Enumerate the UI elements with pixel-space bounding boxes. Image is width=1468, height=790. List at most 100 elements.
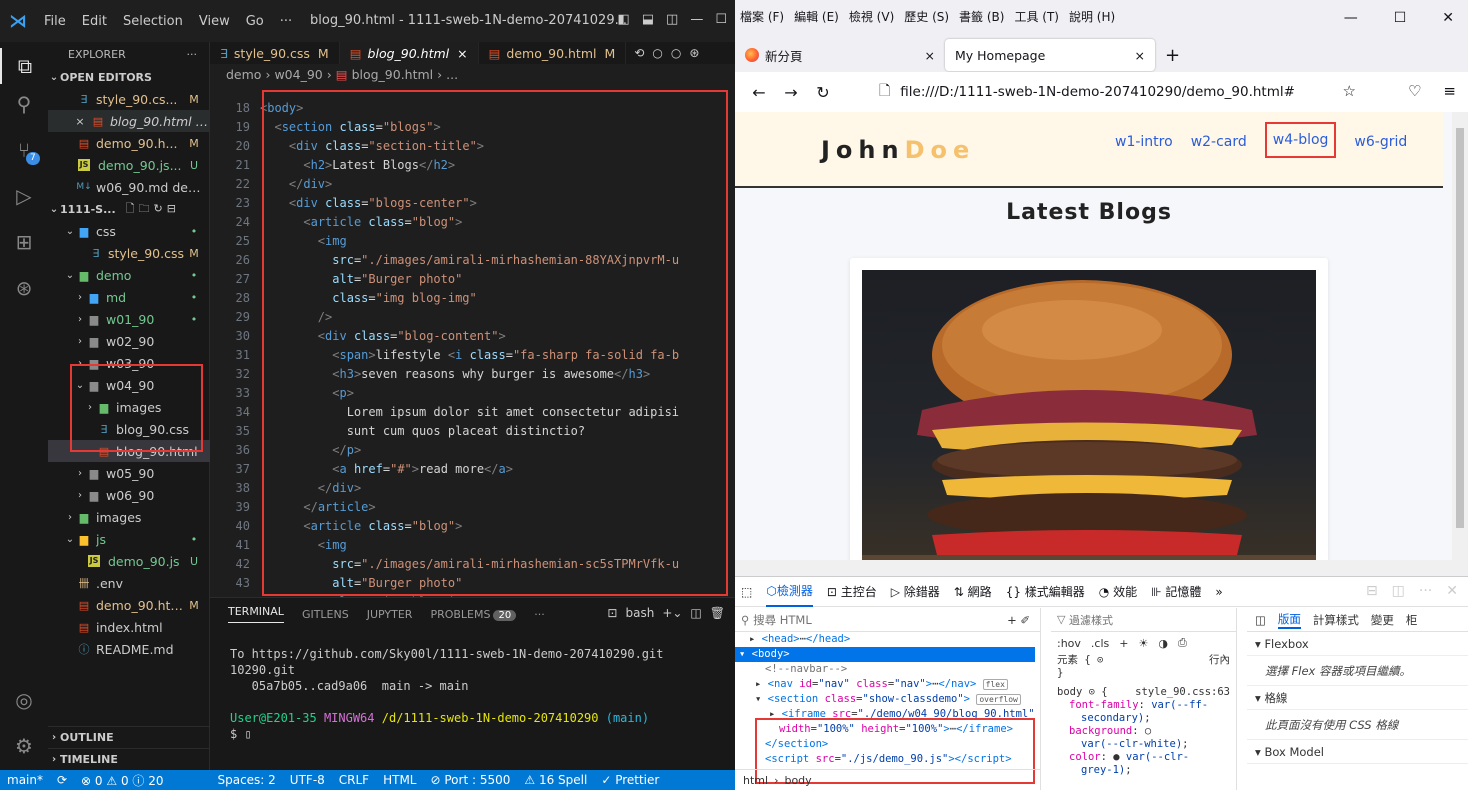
- sidebar-toggle-icon[interactable]: ◫: [666, 12, 678, 27]
- nav-forward-icon[interactable]: ○: [671, 46, 681, 60]
- print-icon[interactable]: ⎙: [1178, 636, 1187, 650]
- maximize-button[interactable]: ☐: [715, 12, 727, 27]
- code-line[interactable]: 24 <article class="blog">: [210, 213, 735, 232]
- panel-more[interactable]: ···: [534, 608, 545, 621]
- boxmodel-section[interactable]: ▾ Box Model: [1247, 740, 1468, 764]
- search-icon[interactable]: ⚲: [0, 86, 48, 122]
- file-blog-css[interactable]: ∃ blog_90.css: [48, 418, 210, 440]
- dock-icon[interactable]: ◫: [1392, 583, 1405, 599]
- code-line[interactable]: 21 <h2>Latest Blogs</h2>: [210, 156, 735, 175]
- close-tab-icon[interactable]: ×: [925, 48, 935, 63]
- code-line[interactable]: 28 class="img blog-img": [210, 289, 735, 308]
- code-line[interactable]: 33 <p>: [210, 384, 735, 403]
- prettier-indicator[interactable]: ✓ Prettier: [594, 773, 666, 787]
- menu-more[interactable]: ···: [272, 14, 300, 29]
- split-terminal-icon[interactable]: ◫: [690, 606, 701, 620]
- code-line[interactable]: 22 </div>: [210, 175, 735, 194]
- grid-section[interactable]: ▾ 格線: [1247, 686, 1468, 710]
- ff-menu-edit[interactable]: 編輯 (E): [789, 8, 844, 25]
- timeline-section[interactable]: › TIMELINE: [48, 748, 210, 770]
- menu-selection[interactable]: Selection: [115, 14, 191, 29]
- tab-problems[interactable]: PROBLEMS 20: [430, 608, 517, 621]
- code-line[interactable]: 19 <section class="blogs">: [210, 118, 735, 137]
- file-demo-js[interactable]: JS demo_90.js U: [48, 550, 210, 572]
- tab-computed[interactable]: 計算樣式: [1313, 612, 1359, 628]
- indent-indicator[interactable]: Spaces: 2: [210, 773, 282, 787]
- ff-menu-bookmarks[interactable]: 書籤 (B): [954, 8, 1009, 25]
- ff-menu-help[interactable]: 說明 (H): [1064, 8, 1120, 25]
- close-icon[interactable]: ×: [74, 115, 86, 128]
- code-line[interactable]: 31 <span>lifestyle <i class="fa-sharp fa…: [210, 346, 735, 365]
- folder-w01[interactable]: › ▆ w01_90 •: [48, 308, 210, 330]
- settings-gear-icon[interactable]: ⚙: [0, 728, 48, 764]
- tab-new[interactable]: 新分頁 ×: [735, 39, 945, 71]
- tab-gitlens[interactable]: GITLENS: [302, 608, 349, 621]
- close-tab-icon[interactable]: ×: [457, 46, 467, 61]
- node-body[interactable]: ▾ <body>: [735, 647, 1035, 662]
- tab-blog-html[interactable]: ▤ blog_90.html ×: [339, 42, 479, 64]
- open-editor-item[interactable]: ∃ style_90.cs... M: [48, 88, 210, 110]
- tab-jupyter[interactable]: JUPYTER: [367, 608, 413, 621]
- menu-icon[interactable]: ≡: [1443, 82, 1456, 100]
- tab-memory[interactable]: ⊪ 記憶體: [1151, 583, 1201, 600]
- add-node-icon[interactable]: + ✐: [1007, 613, 1030, 627]
- code-line[interactable]: 37 <a href="#">read more</a>: [210, 460, 735, 479]
- code-line[interactable]: 38 </div>: [210, 479, 735, 498]
- folder-demo[interactable]: ⌄ ▆ demo •: [48, 264, 210, 286]
- new-tab-button[interactable]: +: [1155, 39, 1190, 71]
- tab-style-css[interactable]: ∃ style_90.css M: [210, 42, 340, 64]
- file-env[interactable]: 卌 .env: [48, 572, 210, 594]
- dark-mode-icon[interactable]: ◑: [1158, 637, 1168, 650]
- eol-indicator[interactable]: CRLF: [332, 773, 376, 787]
- explorer-icon[interactable]: ⧉: [0, 48, 48, 84]
- tab-terminal[interactable]: TERMINAL: [228, 605, 284, 623]
- tab-inspector[interactable]: ⬡ 檢測器: [766, 577, 813, 607]
- folder-md[interactable]: › ▆ md •: [48, 286, 210, 308]
- nav-link-w1-intro[interactable]: w1-intro: [1115, 132, 1173, 158]
- code-line[interactable]: 39 </article>: [210, 498, 735, 517]
- shell-name[interactable]: bash: [625, 606, 654, 620]
- folder-images[interactable]: › ▆ images: [48, 396, 210, 418]
- code-line[interactable]: 43 alt="Burger photo": [210, 574, 735, 593]
- vertical-scrollbar[interactable]: [1452, 112, 1468, 574]
- folder-w02[interactable]: › ▆ w02_90: [48, 330, 210, 352]
- run-debug-icon[interactable]: ▷: [0, 178, 48, 214]
- tab-overflow[interactable]: »: [1215, 585, 1222, 599]
- outline-section[interactable]: › OUTLINE: [48, 726, 210, 748]
- node-comment[interactable]: <!--navbar-->: [735, 662, 1035, 677]
- open-editor-item[interactable]: M↓ w06_90.md dem...: [48, 176, 210, 198]
- sidebar-toggle-icon[interactable]: ◫: [1255, 613, 1266, 627]
- menu-go[interactable]: Go: [238, 14, 272, 29]
- menu-view[interactable]: View: [191, 14, 238, 29]
- node-script[interactable]: <script src="./js/demo_90.js"></script>: [735, 752, 1035, 767]
- dom-tree[interactable]: ▸ <head>⋯</head> ▾ <body> <!--navbar--> …: [735, 632, 1035, 767]
- tab-changes[interactable]: 變更: [1371, 612, 1394, 628]
- file-readme[interactable]: ⓘ README.md: [48, 638, 210, 660]
- folder-images-root[interactable]: › ▆ images: [48, 506, 210, 528]
- panel-toggle-icon[interactable]: ⬓: [642, 12, 654, 27]
- minimize-button[interactable]: —: [690, 12, 703, 27]
- ff-menu-file[interactable]: 檔案 (F): [735, 8, 789, 25]
- code-line[interactable]: 34 Lorem ipsum dolor sit amet consectetu…: [210, 403, 735, 422]
- account-icon[interactable]: ◎: [0, 682, 48, 718]
- site-logo[interactable]: JohnDoe: [821, 136, 975, 164]
- node-head[interactable]: ▸ <head>⋯</head>: [735, 632, 1035, 647]
- tab-layout[interactable]: 版面: [1277, 611, 1301, 629]
- element-rule[interactable]: 元素 { ⊙ 行內: [1051, 654, 1236, 667]
- folder-css[interactable]: ⌄ ▆ css •: [48, 220, 210, 242]
- pick-element-icon[interactable]: ⬚: [741, 585, 752, 599]
- folder-w04[interactable]: ⌄ ▆ w04_90: [48, 374, 210, 396]
- close-devtools-icon[interactable]: ✕: [1446, 583, 1458, 599]
- open-editor-item[interactable]: JS demo_90.js... U: [48, 154, 210, 176]
- file-demo-html[interactable]: ▤ demo_90.html M: [48, 594, 210, 616]
- folder-w05[interactable]: › ▆ w05_90: [48, 462, 210, 484]
- html-search[interactable]: ⚲ 搜尋 HTML + ✐: [735, 608, 1040, 632]
- file-index-html[interactable]: ▤ index.html: [48, 616, 210, 638]
- rules-filter[interactable]: ▽ 過濾樣式: [1051, 608, 1236, 632]
- tab-demo-html[interactable]: ▤ demo_90.html M: [479, 42, 627, 64]
- node-iframe[interactable]: ▸ <iframe src="./demo/w04_90/blog_90.htm…: [735, 707, 1035, 722]
- code-area[interactable]: 18 <body> 19 <section class="blogs"> 20 <di…: [210, 97, 735, 597]
- code-line[interactable]: 18 <body>: [210, 99, 735, 118]
- gitlens-icon[interactable]: ⊛: [0, 270, 48, 306]
- responsive-icon[interactable]: ⊟: [1366, 583, 1378, 599]
